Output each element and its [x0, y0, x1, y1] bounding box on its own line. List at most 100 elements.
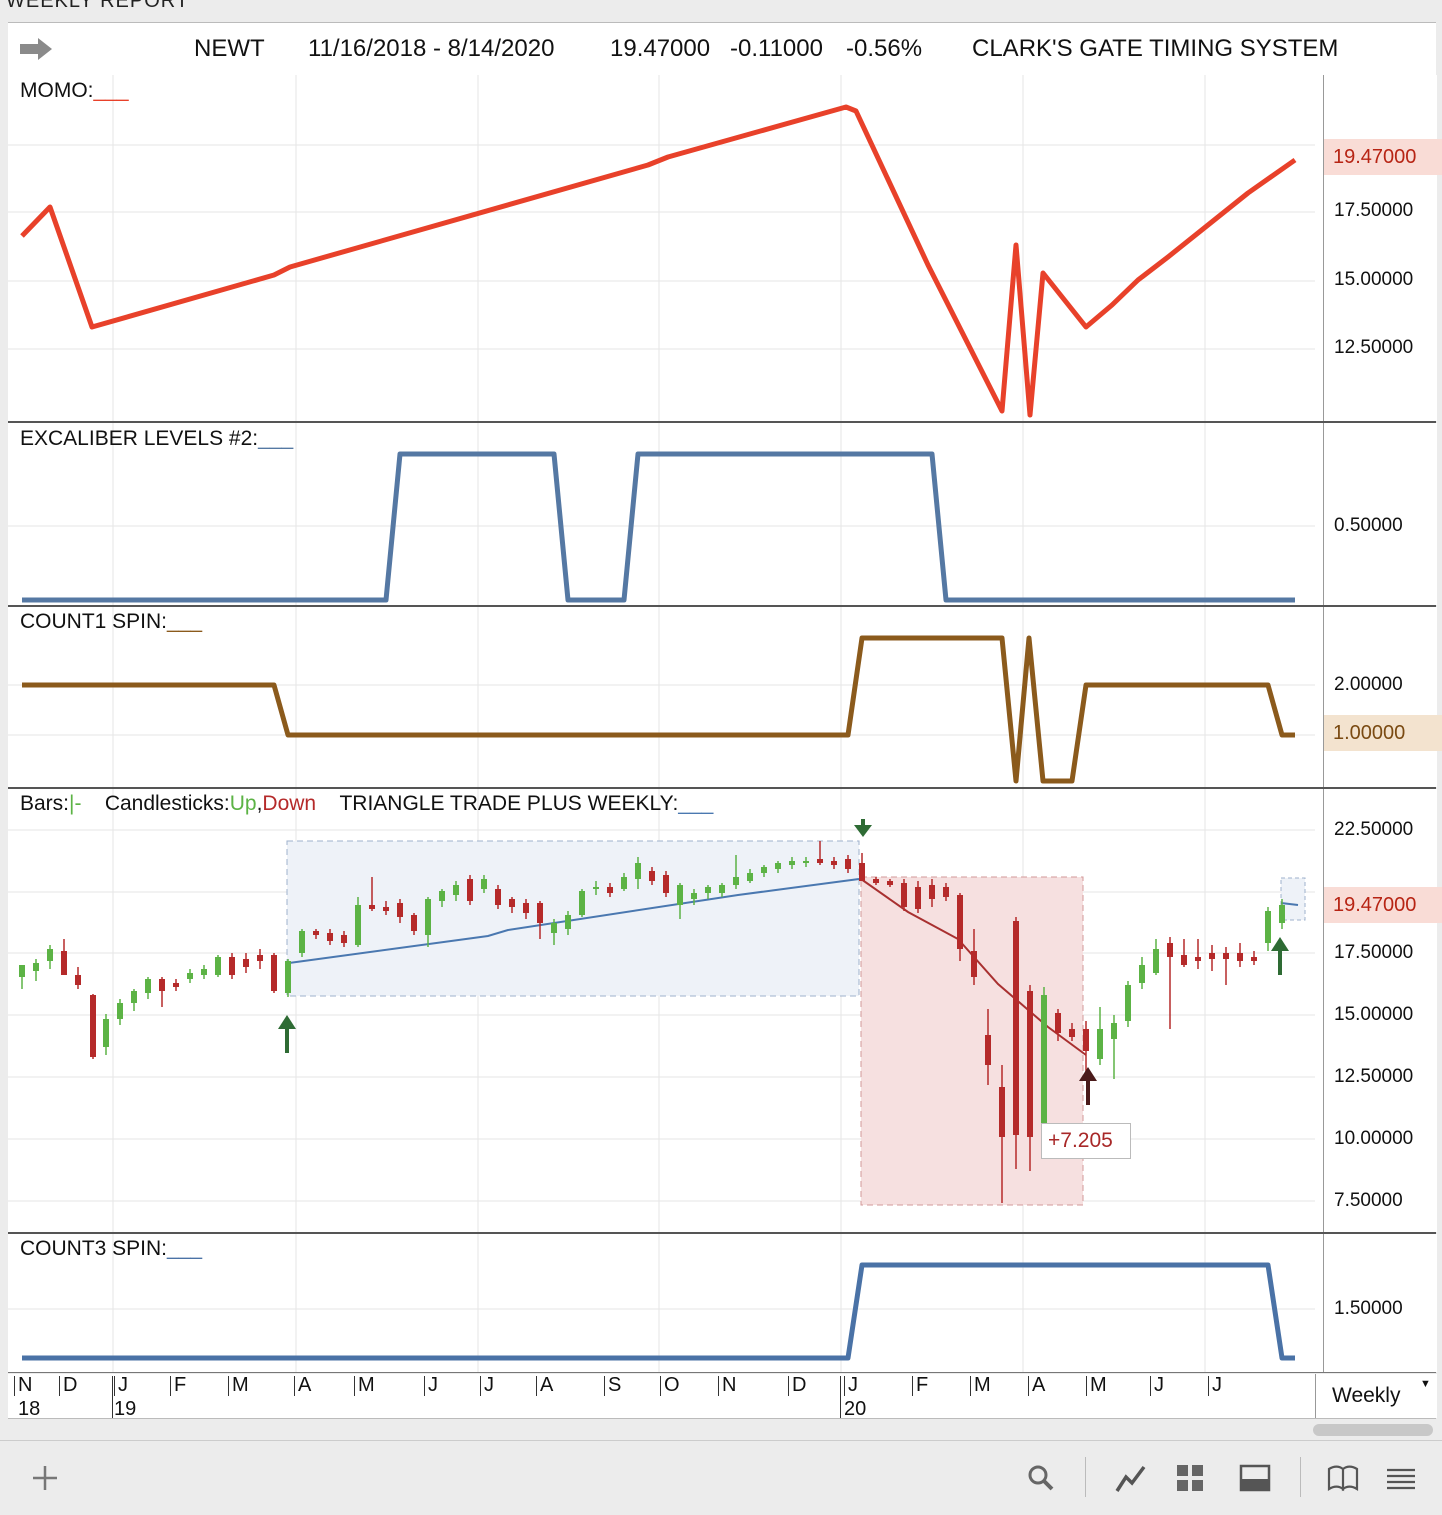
month-label: A	[298, 1374, 312, 1396]
candle-body	[173, 983, 179, 987]
candle-body	[229, 957, 235, 975]
candle-body	[1097, 1029, 1103, 1059]
book-icon[interactable]	[1326, 1461, 1360, 1495]
candle-body	[285, 961, 291, 993]
excaliber-pane[interactable]: EXCALIBER LEVELS #2:___ ▼ 0.50000	[8, 423, 1437, 607]
candle-body	[1041, 995, 1047, 1123]
candle-body	[187, 973, 193, 979]
month-label: A	[540, 1374, 554, 1396]
candle-body	[243, 959, 249, 967]
panel-icon[interactable]	[1238, 1461, 1272, 1495]
candle-body	[1209, 953, 1215, 959]
candle-body	[817, 859, 823, 863]
buy-arrow-icon	[278, 1015, 296, 1053]
candle-body	[943, 887, 949, 897]
candle-body	[775, 863, 781, 869]
candle-body	[509, 899, 515, 907]
count1-plot	[8, 607, 1315, 787]
candle-body	[327, 933, 333, 941]
time-axis: NDJFMAMJJASONDJFMAMJJ 18 19 20 Weekly ▼	[8, 1374, 1437, 1420]
candle-body	[1027, 991, 1033, 1137]
candle-body	[607, 887, 613, 893]
candle-body	[747, 873, 753, 881]
candle-body	[1223, 953, 1229, 959]
search-icon[interactable]	[1024, 1461, 1058, 1495]
horizontal-scrollbar[interactable]	[1313, 1424, 1433, 1436]
trade-gain-label: +7.205	[1041, 1123, 1131, 1159]
long-trade-box	[286, 840, 860, 997]
excaliber-y-axis: 0.50000	[1323, 423, 1437, 605]
candle-body	[677, 885, 683, 905]
system-name: CLARK'S GATE TIMING SYSTEM	[972, 35, 1339, 62]
candle-body	[705, 887, 711, 893]
candle-body	[453, 885, 459, 895]
candle-body	[1195, 957, 1201, 961]
count3-pane[interactable]: COUNT3 SPIN:___ ▼ 1.50000	[8, 1234, 1437, 1373]
candle-body	[19, 965, 25, 977]
momo-pane[interactable]: MOMO:___ ▼ 19.47000 17.50000 15.00000 12…	[8, 75, 1442, 423]
candle-body	[831, 861, 837, 865]
month-label: J	[428, 1374, 438, 1396]
candle-body	[117, 1003, 123, 1019]
price-change: -0.11000	[730, 35, 823, 62]
candle-body	[663, 875, 669, 893]
candle-body	[593, 887, 599, 889]
candle-body	[131, 991, 137, 1003]
candle-body	[887, 881, 893, 885]
quote-header: NEWT 11/16/2018 - 8/14/2020 19.47000 -0.…	[8, 22, 1436, 76]
month-label: J	[1212, 1374, 1222, 1396]
month-label: D	[63, 1374, 78, 1396]
month-label: O	[664, 1374, 680, 1396]
excaliber-label: EXCALIBER LEVELS #2:___	[20, 427, 294, 450]
candle-body	[257, 955, 263, 961]
candle-body	[873, 879, 879, 883]
last-price: 19.47000	[610, 35, 711, 62]
count1-pane[interactable]: COUNT1 SPIN:___ ▼ 2.00000 1.00000	[8, 607, 1442, 789]
candle-body	[1153, 949, 1159, 973]
candle-body	[999, 1087, 1005, 1137]
candle-body	[201, 969, 207, 975]
candle-body	[691, 893, 697, 899]
grid-icon[interactable]	[1173, 1461, 1207, 1495]
month-label: F	[916, 1374, 929, 1396]
candle-body	[271, 955, 277, 991]
candle-body	[47, 949, 53, 961]
candle-body	[649, 871, 655, 881]
sell-arrow-icon	[854, 819, 872, 837]
candle-body	[1167, 943, 1173, 957]
menu-icon[interactable]	[1384, 1461, 1418, 1495]
bottom-toolbar	[0, 1440, 1442, 1515]
month-label: D	[792, 1374, 807, 1396]
candle-body	[495, 889, 501, 905]
price-pane[interactable]: +7.205 Bars:|- Candlesticks:Up,Down TRIA…	[8, 789, 1442, 1234]
count3-y-axis: 1.50000	[1323, 1234, 1437, 1372]
candle-body	[215, 957, 221, 975]
candle-body	[1111, 1023, 1117, 1039]
line-chart-icon[interactable]	[1114, 1461, 1148, 1495]
candle-body	[523, 903, 529, 913]
count1-label: COUNT1 SPIN:___	[20, 610, 203, 633]
interval-select[interactable]: Weekly ▼	[1315, 1374, 1437, 1418]
candle-body	[719, 885, 725, 893]
month-label: N	[18, 1374, 33, 1396]
candle-body	[971, 951, 977, 977]
candle-body	[1265, 911, 1271, 943]
month-label: M	[358, 1374, 375, 1396]
candle-body	[1069, 1029, 1075, 1037]
candle-body	[383, 907, 389, 911]
candle-body	[33, 963, 39, 971]
candle-body	[733, 877, 739, 885]
buy-arrow-icon-2	[1271, 937, 1289, 975]
candle-body	[537, 903, 543, 923]
candle-body	[90, 995, 96, 1057]
candle-body	[369, 905, 375, 909]
candle-body	[621, 877, 627, 889]
price-legend: Bars:|- Candlesticks:Up,Down TRIANGLE TR…	[20, 792, 714, 815]
candle-body	[439, 891, 445, 901]
add-icon[interactable]	[28, 1461, 62, 1495]
month-label: J	[118, 1374, 128, 1396]
month-label: J	[1154, 1374, 1164, 1396]
right-arrow-icon[interactable]	[18, 37, 54, 61]
price-plot	[8, 789, 1315, 1232]
candle-body	[915, 887, 921, 909]
